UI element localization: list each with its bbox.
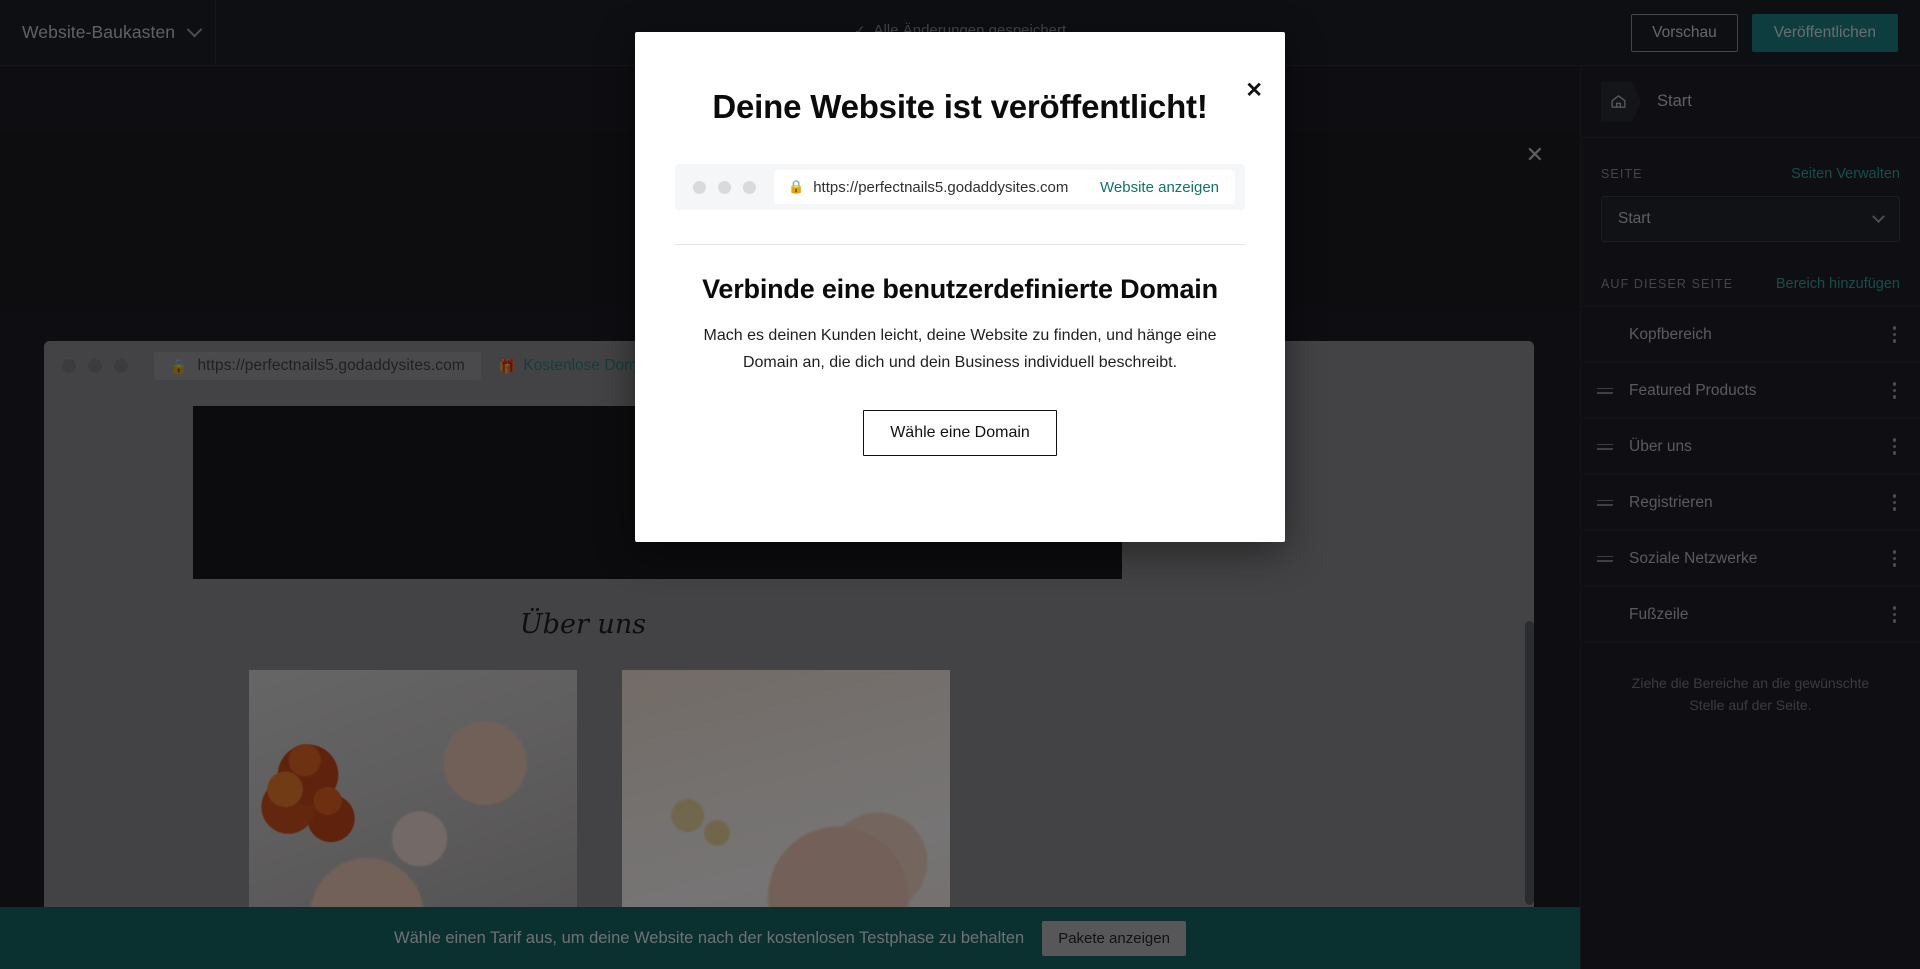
view-site-link[interactable]: Website anzeigen — [1100, 179, 1219, 196]
modal-browser-preview: 🔒 https://perfectnails5.godaddysites.com… — [675, 164, 1245, 210]
browser-dots-icon — [693, 180, 756, 194]
modal-subtitle: Verbinde eine benutzerdefinierte Domain — [702, 274, 1218, 304]
modal-actions: Wähle eine Domain — [635, 410, 1285, 457]
modal-url-text: https://perfectnails5.godaddysites.com — [813, 178, 1069, 196]
close-icon[interactable]: ✕ — [1245, 80, 1263, 101]
modal-body-text: Mach es deinen Kunden leicht, deine Webs… — [703, 327, 1217, 371]
choose-domain-button[interactable]: Wähle eine Domain — [863, 410, 1057, 457]
lock-icon: 🔒 — [788, 179, 805, 194]
modal-url-bar: 🔒 https://perfectnails5.godaddysites.com… — [774, 170, 1235, 204]
modal-title: Deine Website ist veröffentlicht! — [712, 88, 1208, 125]
published-modal: ✕ Deine Website ist veröffentlicht! 🔒 ht… — [635, 32, 1285, 542]
